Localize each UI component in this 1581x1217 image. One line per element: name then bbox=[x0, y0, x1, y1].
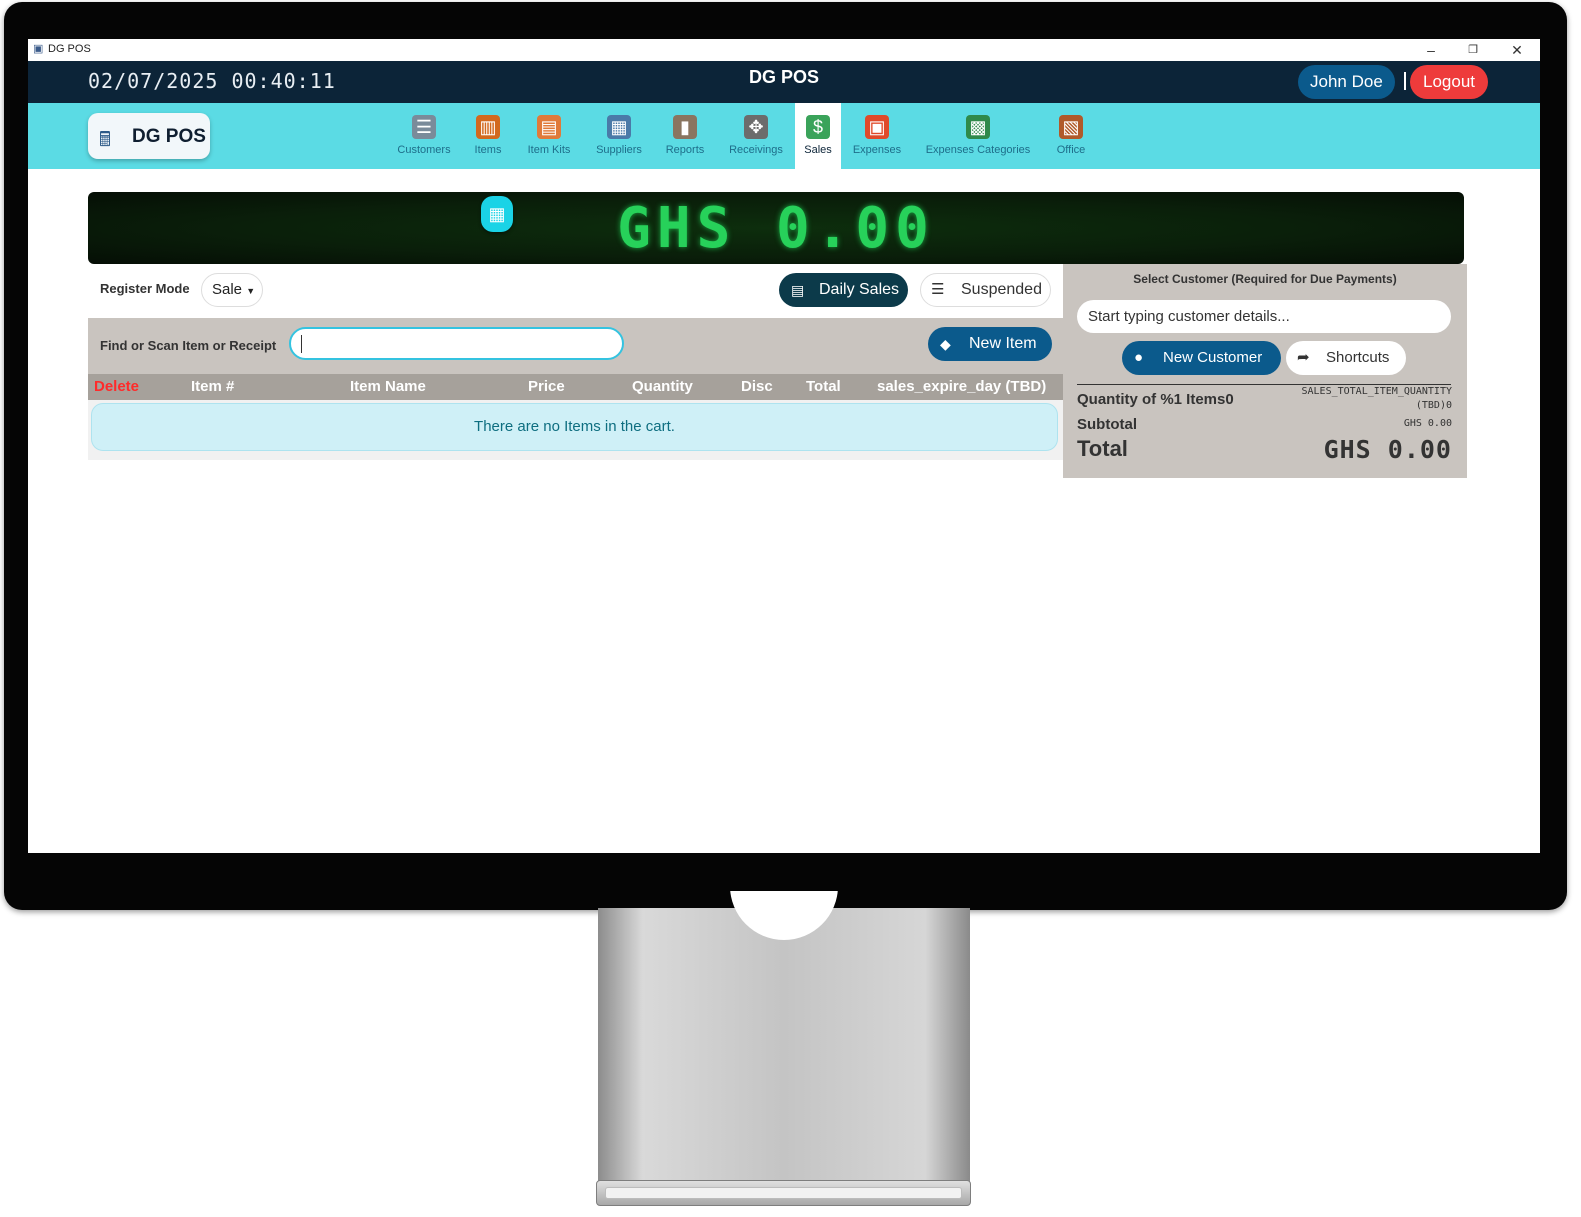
quantity-value-line2: (TBD)0 bbox=[1415, 400, 1452, 411]
new-item-label: New Item bbox=[969, 335, 1037, 352]
user-button[interactable]: John Doe bbox=[1298, 65, 1395, 99]
daily-sales-button[interactable]: ▤ Daily Sales bbox=[779, 273, 908, 307]
find-item-label: Find or Scan Item or Receipt bbox=[100, 338, 277, 353]
items-icon: ▥ bbox=[476, 115, 500, 139]
nav-label: Suppliers bbox=[596, 144, 642, 156]
new-item-button[interactable]: ◆ New Item bbox=[928, 327, 1052, 361]
cash-register-icon: ▣ bbox=[33, 43, 44, 55]
nav-suppliers[interactable]: ▦ Suppliers bbox=[591, 103, 647, 169]
nav-expenses-categories[interactable]: ▩ Expenses Categories bbox=[918, 103, 1038, 169]
logo[interactable]: 🖩 DG POS bbox=[88, 113, 210, 159]
customers-icon: ☰ bbox=[412, 115, 436, 139]
nav-label: Items bbox=[474, 144, 502, 156]
subtotal-value: GHS 0.00 bbox=[1403, 418, 1452, 429]
nav-label: Office bbox=[1056, 144, 1086, 156]
shortcuts-label: Shortcuts bbox=[1326, 349, 1390, 366]
monitor-stand bbox=[598, 908, 970, 1183]
column-item-name: Item Name bbox=[350, 378, 426, 395]
nav-label: Expenses bbox=[852, 144, 902, 156]
quantity-label: Quantity of %1 Items0 bbox=[1077, 391, 1234, 408]
suspended-button[interactable]: ☰ Suspended bbox=[920, 273, 1051, 307]
nav-reports[interactable]: ▮ Reports bbox=[662, 103, 708, 169]
nav-label: Item Kits bbox=[527, 144, 571, 156]
nav-office[interactable]: ▧ Office bbox=[1050, 103, 1092, 169]
customer-panel: Select Customer (Required for Due Paymen… bbox=[1063, 264, 1467, 478]
amount-display: ▦ GHS 0.00 bbox=[88, 192, 1464, 264]
restore-button[interactable]: ❐ bbox=[1453, 39, 1493, 61]
nav-customers[interactable]: ☰ Customers bbox=[390, 103, 458, 169]
expenses-categories-icon: ▩ bbox=[966, 115, 990, 139]
window-title: DG POS bbox=[48, 43, 91, 55]
column-expire-day: sales_expire_day (TBD) bbox=[877, 378, 1047, 395]
select-customer-title: Select Customer (Required for Due Paymen… bbox=[1133, 272, 1397, 286]
suspended-label: Suspended bbox=[961, 281, 1042, 298]
column-item-number: Item # bbox=[191, 378, 235, 395]
list-icon: ☰ bbox=[931, 281, 945, 298]
register-mode-label: Register Mode bbox=[100, 281, 190, 296]
minimize-button[interactable]: – bbox=[1411, 39, 1451, 61]
nav-expenses[interactable]: ▣ Expenses bbox=[848, 103, 906, 169]
quantity-value-line1: SALES_TOTAL_ITEM_QUANTITY bbox=[1301, 386, 1452, 397]
office-icon: ▧ bbox=[1059, 115, 1083, 139]
share-arrow-icon: ➦ bbox=[1297, 349, 1310, 366]
close-button[interactable]: ✕ bbox=[1497, 39, 1537, 61]
header-separator bbox=[1404, 72, 1406, 90]
caret-down-icon: ▼ bbox=[246, 286, 256, 296]
reports-icon: ▮ bbox=[673, 115, 697, 139]
empty-cart-message: There are no Items in the cart. bbox=[91, 403, 1058, 451]
nav-label: Sales bbox=[804, 144, 832, 156]
daily-sales-label: Daily Sales bbox=[819, 281, 900, 298]
logo-text: DG POS bbox=[132, 126, 206, 147]
register-mode-select[interactable]: Sale ▼ bbox=[201, 273, 263, 307]
shortcuts-button[interactable]: ➦ Shortcuts bbox=[1286, 341, 1406, 375]
cart-table-header: Delete Item # Item Name Price Quantity D… bbox=[88, 374, 1063, 400]
item-kits-icon: ▤ bbox=[537, 115, 561, 139]
register-mode-row: Register Mode Sale ▼ ▤ Daily Sales ☰ Sus… bbox=[88, 264, 1063, 318]
calculator-icon: ▤ bbox=[791, 282, 805, 298]
subtotal-label: Subtotal bbox=[1077, 416, 1137, 433]
monitor-bezel-bottom bbox=[28, 853, 1540, 891]
user-icon: ● bbox=[1134, 349, 1144, 366]
nav-items[interactable]: ▥ Items bbox=[468, 103, 508, 169]
screen: ▣ DG POS – ❐ ✕ 02/07/2025 00:40:11 DG PO… bbox=[28, 39, 1540, 853]
column-delete: Delete bbox=[94, 378, 140, 395]
nav-label: Customers bbox=[397, 144, 451, 156]
find-item-row: Find or Scan Item or Receipt ◆ New Item bbox=[88, 318, 1063, 374]
monitor-stand-base bbox=[596, 1180, 971, 1206]
total-value: GHS 0.00 bbox=[1323, 435, 1452, 464]
amount-due: GHS 0.00 bbox=[617, 196, 935, 261]
register-panel: Register Mode Sale ▼ ▤ Daily Sales ☰ Sus… bbox=[88, 264, 1063, 460]
expenses-icon: ▣ bbox=[865, 115, 889, 139]
cash-register-icon: 🖩 bbox=[99, 129, 111, 151]
text-caret bbox=[301, 335, 302, 353]
total-label: Total bbox=[1077, 436, 1128, 461]
nav-label: Reports bbox=[665, 144, 705, 156]
top-header: 02/07/2025 00:40:11 DG POS John Doe Logo… bbox=[28, 61, 1540, 103]
window-titlebar: ▣ DG POS – ❐ ✕ bbox=[28, 39, 1540, 61]
column-discount: Disc bbox=[741, 378, 773, 395]
logout-button[interactable]: Logout bbox=[1410, 65, 1488, 99]
tag-icon: ◆ bbox=[940, 336, 951, 352]
nav-receivings[interactable]: ✥ Receivings bbox=[724, 103, 788, 169]
suppliers-icon: ▦ bbox=[607, 115, 631, 139]
nav-label: Receivings bbox=[729, 144, 783, 156]
register-mode-value: Sale bbox=[212, 281, 243, 298]
customer-search-input[interactable]: Start typing customer details... bbox=[1077, 300, 1451, 333]
new-customer-label: New Customer bbox=[1163, 349, 1263, 366]
nav-label: Expenses Categories bbox=[925, 144, 1031, 156]
summary-divider bbox=[1077, 384, 1451, 385]
column-total: Total bbox=[806, 378, 841, 395]
receivings-icon: ✥ bbox=[744, 115, 768, 139]
nav-sales[interactable]: $ Sales bbox=[795, 103, 841, 169]
column-price: Price bbox=[528, 378, 565, 395]
nav-item-kits[interactable]: ▤ Item Kits bbox=[521, 103, 577, 169]
sales-icon: $ bbox=[806, 115, 830, 139]
main-navbar: 🖩 DG POS ☰ Customers ▥ Items ▤ Item Kits… bbox=[28, 103, 1540, 169]
column-quantity: Quantity bbox=[632, 378, 693, 395]
find-item-input[interactable] bbox=[289, 327, 624, 360]
new-customer-button[interactable]: ● New Customer bbox=[1122, 341, 1281, 375]
